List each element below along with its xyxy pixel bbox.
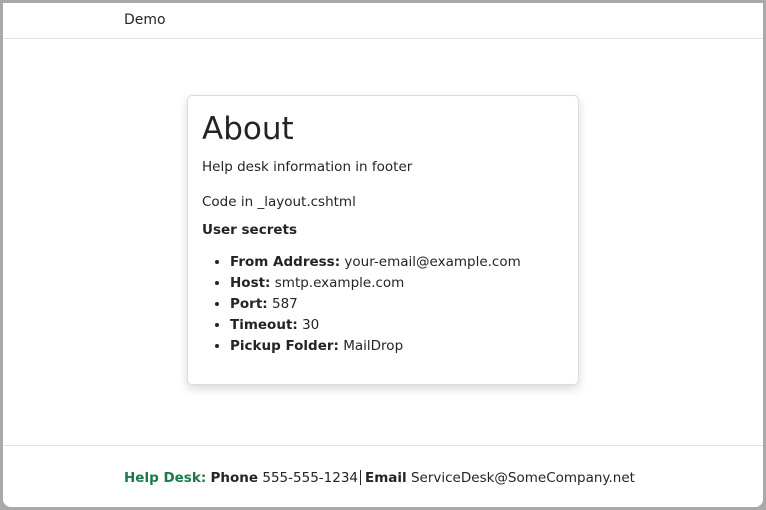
about-card: About Help desk information in footer Co… <box>187 95 579 385</box>
email-value: ServiceDesk@SomeCompany.net <box>410 470 635 486</box>
help-desk-info: Help Desk: Phone 555-555-1234 Email Servi… <box>124 470 635 486</box>
brand-link[interactable]: Demo <box>124 12 166 28</box>
page-footer: Help Desk: Phone 555-555-1234 Email Servi… <box>3 445 763 507</box>
secret-value: 30 <box>302 317 320 333</box>
secret-value: MailDrop <box>343 338 404 354</box>
secret-item-pickup-folder: Pickup Folder: MailDrop <box>230 336 564 357</box>
phone-label: Phone <box>210 470 259 486</box>
top-navbar: Demo <box>3 3 763 39</box>
secret-value: 587 <box>271 296 298 312</box>
help-desk-label: Help Desk: <box>124 470 207 486</box>
secret-label: Port: <box>230 296 268 312</box>
secret-label: Timeout: <box>230 317 298 333</box>
secret-item-timeout: Timeout: 30 <box>230 315 564 336</box>
user-secrets-heading: User secrets <box>202 222 298 238</box>
secret-label: From Address: <box>230 254 341 270</box>
secret-item-port: Port: 587 <box>230 294 564 315</box>
code-note-text: Code in _layout.cshtml <box>202 194 356 210</box>
browser-window: Demo About Help desk information in foot… <box>3 3 763 507</box>
page-title: About <box>202 111 294 147</box>
footer-separator <box>360 470 362 485</box>
secret-item-from-address: From Address: your-email@example.com <box>230 252 564 273</box>
user-secrets-list: From Address: your-email@example.com Hos… <box>202 252 564 357</box>
secret-label: Pickup Folder: <box>230 338 339 354</box>
phone-value: 555-555-1234 <box>262 470 359 486</box>
intro-text: Help desk information in footer <box>202 159 413 175</box>
email-label: Email <box>365 470 407 486</box>
secret-value: your-email@example.com <box>344 254 521 270</box>
secret-label: Host: <box>230 275 271 291</box>
secret-value: smtp.example.com <box>274 275 405 291</box>
secret-item-host: Host: smtp.example.com <box>230 273 564 294</box>
